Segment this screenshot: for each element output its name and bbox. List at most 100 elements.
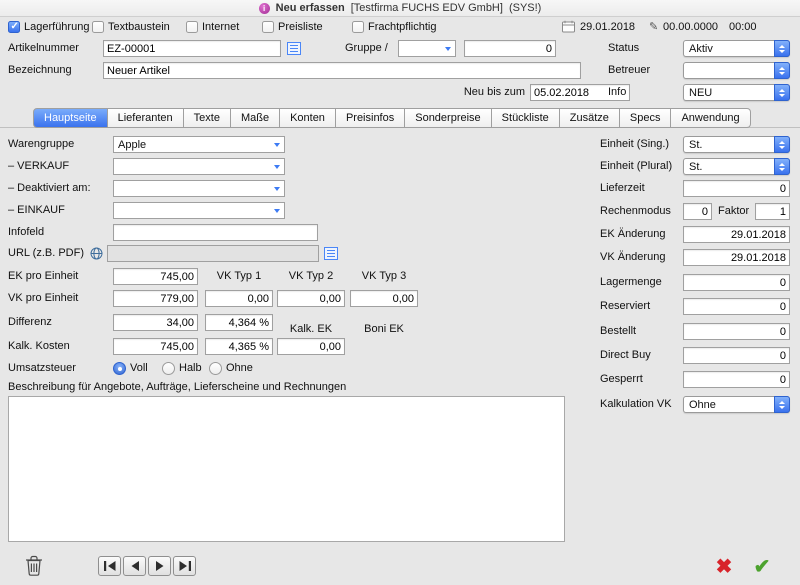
tab-lieferanten[interactable]: Lieferanten [108,108,184,128]
tab-konten[interactable]: Konten [280,108,336,128]
faktor-input[interactable] [755,203,790,220]
differenz-percent-input[interactable] [205,314,273,331]
url-label: URL (z.B. PDF) [8,245,84,262]
radio-voll[interactable]: Voll [113,361,148,375]
titlebar: Neu erfassen [Testfirma FUCHS EDV GmbH] … [0,0,800,17]
artikelnummer-list-button[interactable] [286,41,302,56]
einheit-plural-value: St. [689,161,702,173]
url-list-button[interactable] [323,246,339,261]
betreuer-label: Betreuer [608,62,650,79]
tab-preisinfos[interactable]: Preisinfos [336,108,405,128]
tab-anwendung[interactable]: Anwendung [671,108,750,128]
vk-typ2-input[interactable] [277,290,345,307]
tab-stueckliste[interactable]: Stückliste [492,108,560,128]
umsatzsteuer-label: Umsatzsteuer [8,360,76,377]
kalk-kosten-input[interactable] [113,338,198,355]
direct-buy-input[interactable] [683,347,790,364]
kalk-kosten-label: Kalk. Kosten [8,338,70,355]
tab-zusaetze[interactable]: Zusätze [560,108,620,128]
tab-texte[interactable]: Texte [184,108,231,128]
tab-sonderpreise[interactable]: Sonderpreise [405,108,491,128]
next-record-button[interactable] [148,556,171,576]
einkauf-label: – EINKAUF [8,202,65,219]
checkbox-box [352,21,364,33]
kalk-ek-header: Kalk. EK [277,321,345,338]
checkbox-internet[interactable]: Internet [186,20,239,34]
checkbox-box-checked [8,21,20,33]
edit-time: 00:00 [729,19,757,36]
tab-bar: Hauptseite Lieferanten Texte Maße Konten… [33,108,751,128]
info-select-value: NEU [689,87,712,99]
gesperrt-input[interactable] [683,371,790,388]
verkauf-select[interactable] [113,158,285,175]
neu-bis-label: Neu bis zum [450,84,525,101]
status-select[interactable]: Aktiv [683,40,790,57]
checkbox-box [262,21,274,33]
last-record-button[interactable] [173,556,196,576]
vk-typ3-input[interactable] [350,290,418,307]
gruppe-select[interactable] [398,40,456,57]
bezeichnung-input[interactable] [103,62,581,79]
vk-typ2-header: VK Typ 2 [277,268,345,285]
radio-button-selected [113,362,126,375]
deaktiviert-label: – Deaktiviert am: [8,180,91,197]
kalk-kosten-percent-input[interactable] [205,338,273,355]
artikelnummer-input[interactable] [103,40,281,57]
info-select[interactable]: NEU [683,84,790,101]
betreuer-select[interactable] [683,62,790,79]
beschreibung-textarea[interactable] [8,396,565,542]
differenz-input[interactable] [113,314,198,331]
reserviert-input[interactable] [683,298,790,315]
einheit-sing-value: St. [689,139,702,151]
einheit-sing-select[interactable]: St. [683,136,790,153]
vk-typ1-input[interactable] [205,290,273,307]
checkbox-lagerfuehrung[interactable]: Lagerführung [8,20,89,34]
warengruppe-label: Warengruppe [8,136,74,153]
rechenmodus-input[interactable] [683,203,712,220]
tab-specs[interactable]: Specs [620,108,672,128]
delete-button[interactable] [20,551,48,579]
radio-ohne[interactable]: Ohne [209,361,253,375]
einkauf-select[interactable] [113,202,285,219]
gruppe-number-input[interactable] [464,40,556,57]
chevron-down-icon [445,47,451,51]
edit-date: 00.00.0000 [663,19,718,36]
ek-aenderung-input[interactable] [683,226,790,243]
ek-pro-einheit-input[interactable] [113,268,198,285]
faktor-label: Faktor [718,203,749,220]
kalkulation-vk-select[interactable]: Ohne [683,396,790,413]
window-title: Neu erfassen [276,2,345,14]
warengruppe-select-value: Apple [118,139,146,151]
next-record-icon [153,560,167,572]
checkbox-frachtpflichtig[interactable]: Frachtpflichtig [352,20,436,34]
tab-hauptseite[interactable]: Hauptseite [33,108,108,128]
radio-label: Ohne [226,362,253,374]
einheit-plural-select[interactable]: St. [683,158,790,175]
boni-ek-header: Boni EK [350,321,418,338]
checkbox-box [186,21,198,33]
lieferzeit-input[interactable] [683,180,790,197]
pencil-icon: ✎ [649,19,658,36]
confirm-button[interactable]: ✔ [749,554,775,578]
checkbox-preisliste[interactable]: Preisliste [262,20,323,34]
vk-aenderung-input[interactable] [683,249,790,266]
checkbox-textbaustein[interactable]: Textbaustein [92,20,170,34]
direct-buy-label: Direct Buy [600,347,651,364]
checkbox-label: Preisliste [278,21,323,33]
url-globe-button[interactable] [89,246,104,261]
kalk-ek-input[interactable] [277,338,345,355]
trash-icon [24,554,44,577]
warengruppe-select[interactable]: Apple [113,136,285,153]
infofeld-input[interactable] [113,224,318,241]
app-window: Neu erfassen [Testfirma FUCHS EDV GmbH] … [0,0,800,585]
radio-halb[interactable]: Halb [162,361,202,375]
cancel-button[interactable]: ✖ [711,554,737,578]
bestellt-input[interactable] [683,323,790,340]
previous-record-button[interactable] [123,556,146,576]
vk-pro-einheit-input[interactable] [113,290,198,307]
tab-masse[interactable]: Maße [231,108,280,128]
first-record-button[interactable] [98,556,121,576]
deaktiviert-select[interactable] [113,180,285,197]
lagermenge-input[interactable] [683,274,790,291]
url-input [107,245,319,262]
